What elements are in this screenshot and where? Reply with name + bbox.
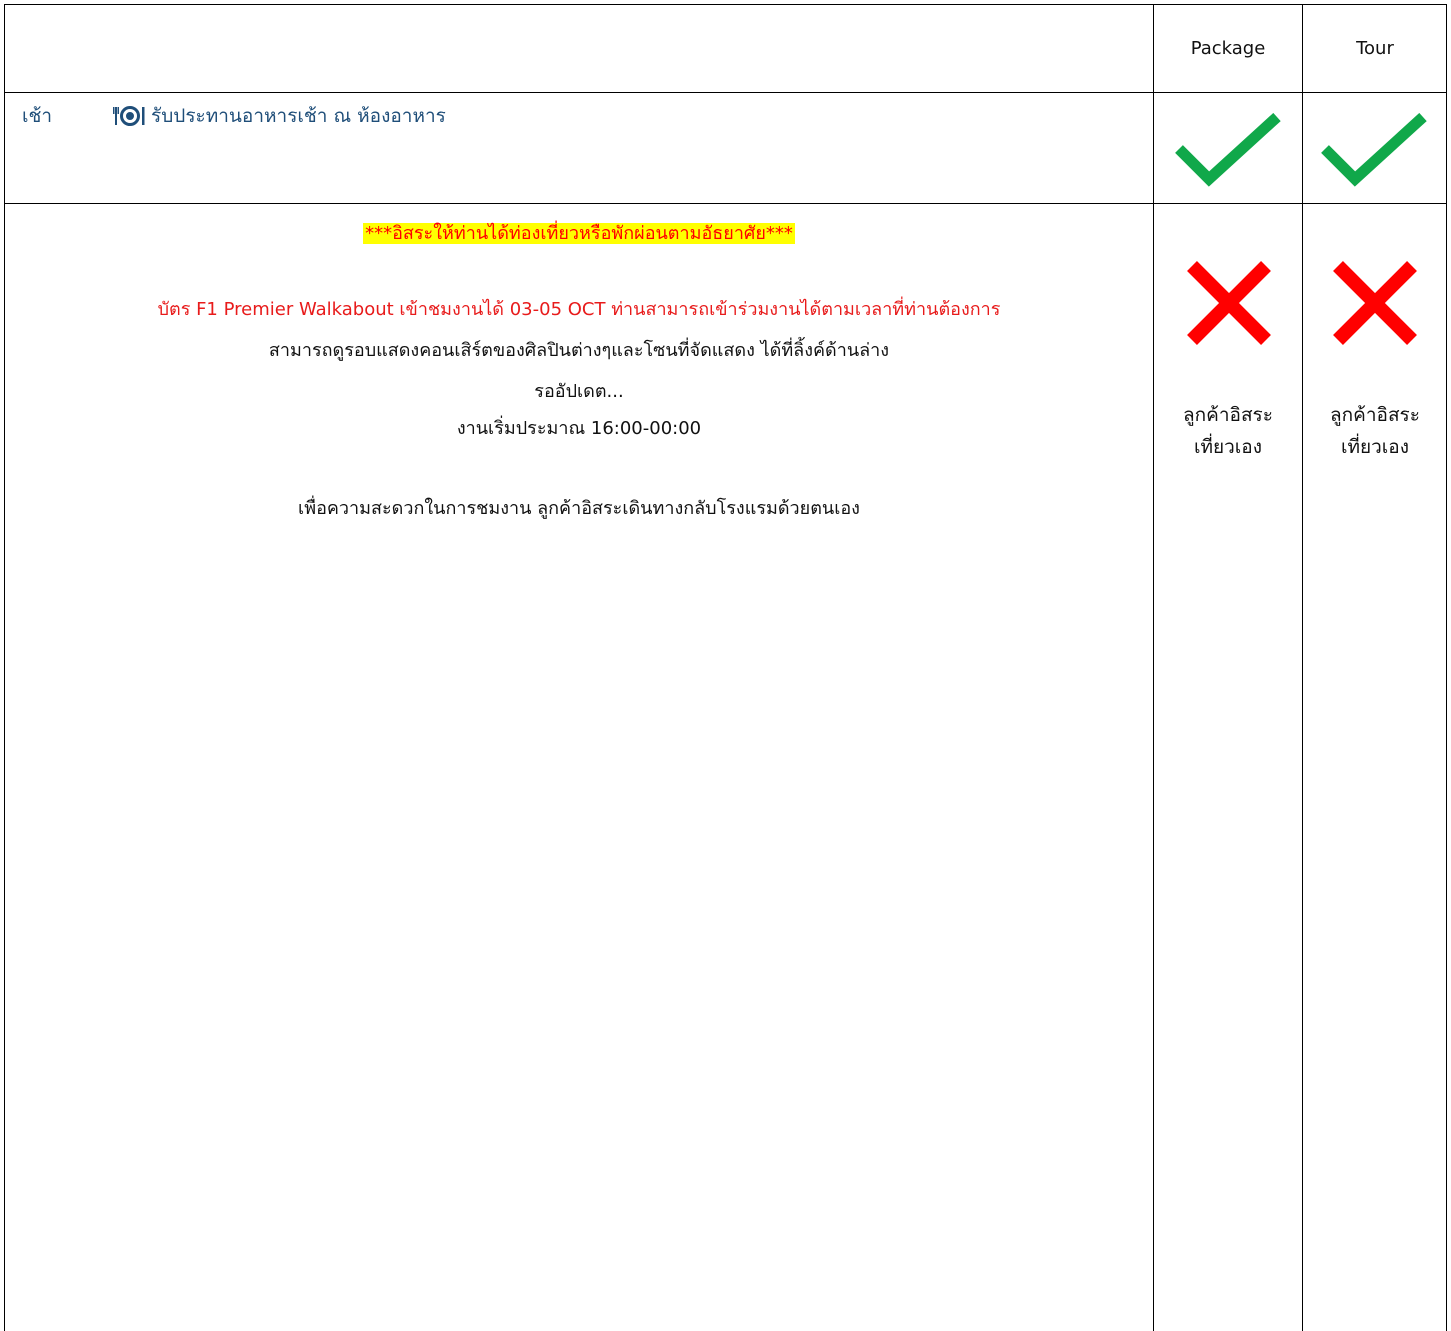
package-note-line-1: ลูกค้าอิสระ: [1183, 404, 1273, 426]
tour-free-day-cross-icon: [1332, 260, 1418, 350]
tour-free-day-note: ลูกค้าอิสระ เที่ยวเอง: [1303, 399, 1447, 463]
tour-note-line-2: เที่ยวเอง: [1340, 436, 1409, 458]
column-divider: [1302, 5, 1303, 1331]
column-header-package-label: Package: [1190, 38, 1266, 59]
free-day-headline: ***อิสระให้ท่านได้ท่องเที่ยวหรือพักผ่อนต…: [5, 218, 1153, 247]
event-time: งานเริ่มประมาณ 16:00-00:00: [456, 418, 702, 439]
free-day-details: ***อิสระให้ท่านได้ท่องเที่ยวหรือพักผ่อนต…: [5, 204, 1153, 1331]
column-header-tour: Tour: [1303, 5, 1447, 92]
tour-breakfast-check-icon: [1321, 112, 1427, 193]
package-free-day-note: ลูกค้าอิสระ เที่ยวเอง: [1154, 399, 1302, 463]
tour-note-line-1: ลูกค้าอิสระ: [1330, 404, 1420, 426]
ticket-info: บัตร F1 Premier Walkabout เข้าชมงานได้ 0…: [157, 299, 1001, 320]
plate-cutlery-icon: [113, 105, 147, 127]
row-divider: [5, 92, 1446, 93]
concert-info: สามารถดูรอบแสดงคอนเสิร์ตของศิลปินต่างๆแล…: [268, 340, 890, 361]
itinerary-table: Package Tour เช้า รับประทานอาหารเช้า ณ ห…: [4, 4, 1447, 1331]
package-breakfast-check-icon: [1175, 112, 1281, 193]
package-free-day-cross-icon: [1186, 260, 1272, 350]
column-header-package: Package: [1154, 5, 1302, 92]
return-info: เพื่อความสะดวกในการชมงาน ลูกค้าอิสระเดิน…: [298, 498, 860, 519]
meal-time-label: เช้า: [22, 105, 53, 127]
meal-description: รับประทานอาหารเช้า ณ ห้องอาหาร: [113, 101, 446, 131]
free-day-headline-text: ***อิสระให้ท่านได้ท่องเที่ยวหรือพักผ่อนต…: [363, 223, 795, 244]
meal-description-text: รับประทานอาหารเช้า ณ ห้องอาหาร: [151, 105, 446, 127]
update-status: รออัปเดต...: [534, 381, 624, 402]
package-note-line-2: เที่ยวเอง: [1193, 436, 1262, 458]
column-header-tour-label: Tour: [1356, 38, 1394, 59]
column-divider: [1153, 5, 1154, 1331]
